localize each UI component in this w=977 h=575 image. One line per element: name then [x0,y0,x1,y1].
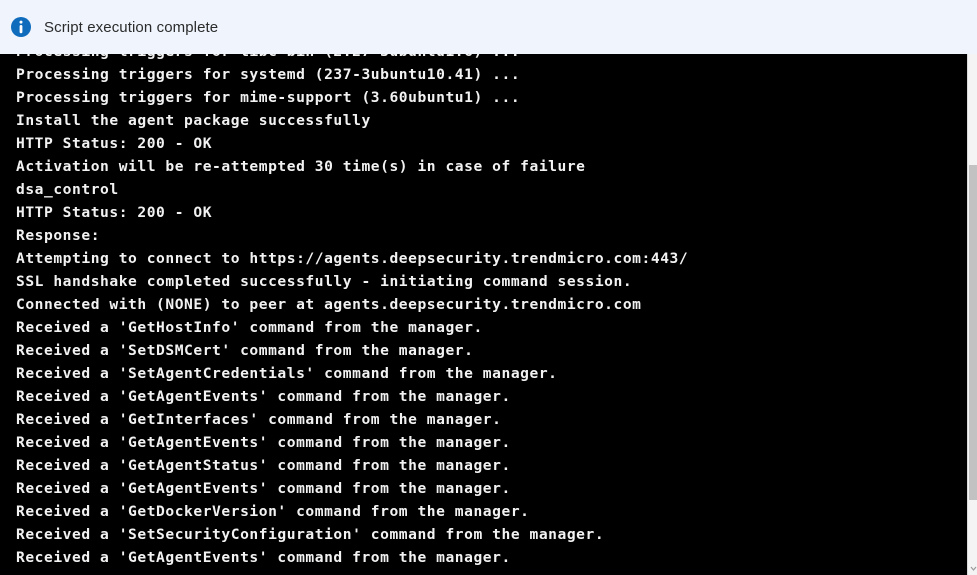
console-line: Received a 'GetAgentEvents' command from… [16,434,511,451]
console-line: Received a 'GetAgentEvents' command from… [16,480,511,497]
console-line: HTTP Status: 200 - OK [16,135,213,152]
console-line: Received a 'SetSecurityConfiguration' co… [16,526,605,543]
console-line: Received a 'GetAgentEvents' command from… [16,549,511,566]
console-line: Received a 'GetHostInfo' command from th… [16,319,483,336]
console-line: Install the agent package successfully [16,112,371,129]
console-line: Processing triggers for systemd (237-3ub… [16,66,521,83]
console-line: SSL handshake completed successfully - i… [16,273,633,290]
console-line: dsa_control [16,181,119,198]
chevron-down-icon[interactable] [969,563,977,573]
console-line: Response: [16,227,101,244]
console-lines: Processing triggers for libc-bin (2.27-3… [16,54,956,569]
console-line: HTTP Status: 200 - OK [16,204,213,221]
console-line: Received a 'GetInterfaces' command from … [16,411,502,428]
vertical-scrollbar[interactable] [967,54,977,575]
console-line: Received a 'GetAgentEvents' command from… [16,388,511,405]
console-line: Received a 'SetAgentCredentials' command… [16,365,558,382]
info-circle-icon [11,17,31,37]
console-line: Received a 'SetDSMCert' command from the… [16,342,474,359]
script-output-window: Script execution complete Processing tri… [0,0,977,575]
scrollbar-thumb[interactable] [969,165,977,500]
console-line: Received a 'GetAgentStatus' command from… [16,457,511,474]
console-line: Activation will be re-attempted 30 time(… [16,158,586,175]
console-line: Received a 'GetDockerVersion' command fr… [16,503,530,520]
console-line: Processing triggers for mime-support (3.… [16,89,521,106]
notification-message: Script execution complete [44,18,219,36]
console-line: Connected with (NONE) to peer at agents.… [16,296,642,313]
notification-banner: Script execution complete [0,0,977,54]
console-line: Attempting to connect to https://agents.… [16,250,689,267]
console-output[interactable]: Processing triggers for libc-bin (2.27-3… [0,54,967,575]
console-line: Processing triggers for libc-bin (2.27-3… [16,54,956,63]
